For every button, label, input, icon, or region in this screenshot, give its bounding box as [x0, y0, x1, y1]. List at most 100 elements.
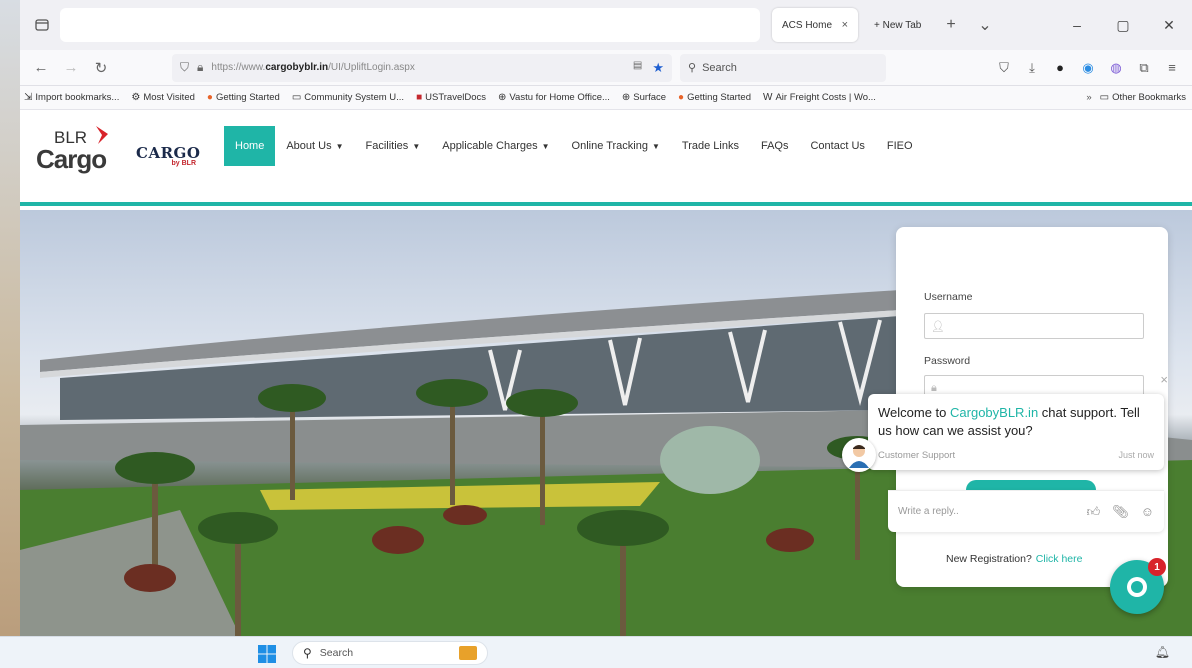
extension-blue-icon[interactable]: ◉	[1074, 60, 1102, 76]
other-bookmarks[interactable]: » ▭ Other Bookmarks	[1086, 92, 1186, 103]
bookmark-label: Other Bookmarks	[1112, 92, 1186, 103]
download-icon[interactable]: ⤓	[1018, 60, 1046, 76]
blr-cargo-logo[interactable]: BLR Cargo	[36, 124, 122, 180]
password-label: Password	[924, 355, 971, 367]
tab-bar: ACS Home × + New Tab + ⌄ – ▢ ✕	[20, 0, 1192, 50]
shield-icon[interactable]: ⛉	[180, 60, 189, 75]
tab-label: + New Tab	[874, 19, 922, 31]
url-host: cargobyblr.in	[265, 62, 329, 73]
emoji-icon[interactable]: ☺	[1141, 504, 1154, 520]
menu-about-us[interactable]: About Us ▼	[275, 126, 354, 166]
lock-icon[interactable]: 🔒︎	[197, 60, 203, 75]
menu-label: Home	[235, 140, 265, 152]
search-placeholder: Search	[702, 61, 737, 74]
lock-icon: 🔒︎	[931, 381, 937, 394]
maximize-icon[interactable]: ▢	[1100, 0, 1146, 50]
extensions-icon[interactable]: ⧉	[1130, 60, 1158, 76]
menu-icon[interactable]: ≡	[1158, 60, 1186, 76]
forward-icon[interactable]: →	[56, 54, 86, 82]
bookmark-item[interactable]: ⇲ Import bookmarks...	[24, 92, 119, 103]
menu-trade-links[interactable]: Trade Links	[671, 126, 750, 166]
extension-purple-icon[interactable]: ◍	[1102, 60, 1130, 76]
notification-bell-icon[interactable]: 🔔︎	[1155, 645, 1170, 659]
firefox-icon: ●	[678, 92, 685, 103]
thumbs-up-icon[interactable]: 👍︎	[1087, 504, 1101, 520]
menu-label: About Us	[286, 140, 332, 152]
chat-bubble-icon	[1127, 577, 1147, 597]
menu-fieo[interactable]: FIEO	[876, 126, 924, 166]
username-label: Username	[924, 291, 973, 303]
account-icon[interactable]: ●	[1046, 60, 1074, 76]
caret-down-icon: ▼	[651, 141, 660, 151]
bookmark-item[interactable]: W Air Freight Costs | Wo...	[763, 92, 876, 103]
bookmark-item[interactable]: ● Getting Started	[678, 92, 751, 103]
chat-message-pre: Welcome to	[878, 405, 951, 420]
bookmark-label: USTravelDocs	[425, 92, 487, 103]
menu-online-tracking[interactable]: Online Tracking ▼	[561, 126, 671, 166]
bookmark-label: Vastu for Home Office...	[509, 92, 610, 103]
cargo-by-blr-logo[interactable]: CARGO by BLR	[136, 144, 200, 180]
gear-icon: ⚙	[131, 92, 141, 103]
bookmark-item[interactable]: ⚙ Most Visited	[131, 92, 195, 103]
close-tab-icon[interactable]: ×	[842, 19, 848, 31]
username-input[interactable]: 👤︎	[924, 313, 1144, 339]
tab-list-icon[interactable]	[28, 11, 56, 39]
logo-swoosh-icon	[96, 126, 108, 144]
close-window-icon[interactable]: ✕	[1146, 0, 1192, 50]
menu-facilities[interactable]: Facilities ▼	[355, 126, 432, 166]
windows-taskbar: ⚲ Search 🔔︎	[0, 636, 1192, 668]
bookmark-item[interactable]: ▭ Community System U...	[292, 92, 404, 103]
menu-label: FIEO	[886, 140, 913, 152]
unread-badge: 1	[1148, 558, 1166, 576]
tab-blank[interactable]	[60, 8, 760, 42]
menu-contact-us[interactable]: Contact Us	[799, 126, 875, 166]
search-box[interactable]: ⚲ Search	[680, 53, 886, 82]
bookmark-star-icon[interactable]: ★	[652, 60, 664, 76]
menu-label: Applicable Charges	[442, 140, 538, 152]
attachment-icon[interactable]: 📎︎	[1112, 504, 1129, 520]
w-icon: W	[763, 92, 773, 103]
menu-label: Contact Us	[810, 140, 865, 152]
import-icon: ⇲	[24, 92, 33, 103]
reply-placeholder: Write a reply..	[898, 506, 959, 517]
tab-new-tab[interactable]: + New Tab	[864, 8, 934, 42]
briefcase-icon[interactable]	[459, 646, 477, 660]
bookmark-item[interactable]: ⊕ Surface	[622, 92, 666, 103]
logo-main-text: Cargo	[36, 144, 107, 174]
minimize-icon[interactable]: –	[1054, 0, 1100, 50]
reader-view-icon[interactable]: ▤	[633, 60, 642, 76]
globe-icon: ⊕	[621, 92, 631, 103]
agent-avatar-icon	[849, 445, 869, 468]
support-agent-avatar	[842, 438, 876, 472]
bookmark-item[interactable]: ● Getting Started	[207, 92, 280, 103]
url-prefix: https://www.	[211, 62, 266, 73]
url-bar[interactable]: ⛉ 🔒︎ https://www. cargobyblr.in/UI/Uplift…	[172, 53, 672, 82]
pocket-icon[interactable]: ⛉	[990, 60, 1018, 76]
chat-welcome-popup: × Welcome to CargobyBLR.in chat support.…	[868, 372, 1168, 470]
navigation-bar: ← → ↻ ⛉ 🔒︎ https://www. cargobyblr.in/UI/…	[20, 50, 1192, 86]
bookmark-item[interactable]: ⊕ Vastu for Home Office...	[498, 92, 610, 103]
chat-agent-name: Customer Support	[878, 450, 956, 461]
tab-acs-home[interactable]: ACS Home ×	[772, 8, 858, 42]
menu-faqs[interactable]: FAQs	[750, 126, 800, 166]
chat-reply-bar[interactable]: Write a reply.. 👍︎ 📎︎ ☺	[888, 490, 1164, 532]
close-chat-icon[interactable]: ×	[1160, 372, 1168, 387]
new-registration: New Registration? Click here	[946, 553, 1082, 565]
windows-start-icon[interactable]	[258, 645, 276, 663]
firefox-icon: ●	[206, 92, 213, 103]
click-here-link[interactable]: Click here	[1036, 553, 1083, 565]
menu-home[interactable]: Home	[224, 126, 276, 166]
bookmark-item[interactable]: ■ USTravelDocs	[416, 92, 486, 103]
folder-icon: ▭	[1099, 92, 1110, 103]
reload-icon[interactable]: ↻	[86, 54, 116, 82]
back-icon[interactable]: ←	[26, 54, 56, 82]
globe-icon: ⊕	[498, 92, 507, 103]
menu-applicable-charges[interactable]: Applicable Charges ▼	[431, 126, 560, 166]
caret-down-icon: ▼	[335, 141, 344, 151]
chevron-down-icon[interactable]: ⌄	[968, 15, 1002, 35]
new-tab-icon[interactable]: +	[934, 16, 968, 34]
flag-icon: ■	[416, 92, 423, 103]
more-bookmarks-icon[interactable]: »	[1086, 92, 1091, 103]
chat-brand: CargobyBLR.in	[950, 405, 1039, 420]
taskbar-search[interactable]: ⚲ Search	[292, 641, 488, 665]
